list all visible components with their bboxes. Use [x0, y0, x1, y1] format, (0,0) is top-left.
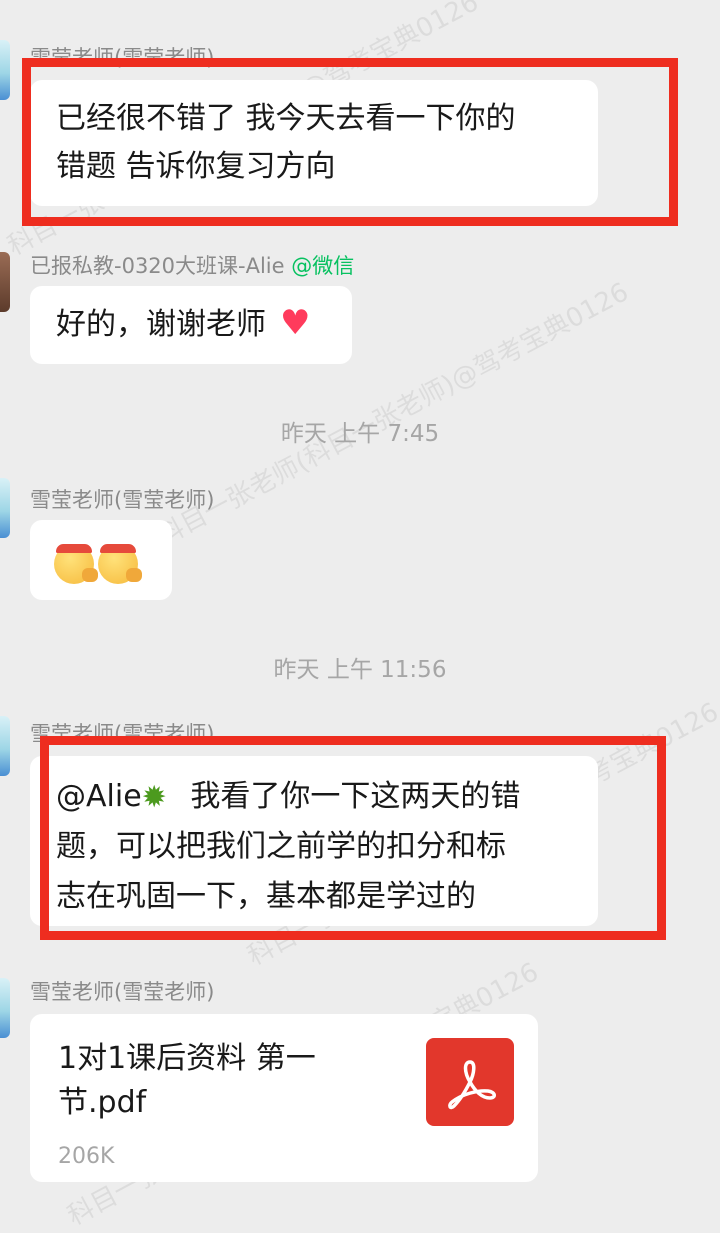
avatar[interactable]	[0, 40, 10, 100]
pdf-icon	[426, 1038, 514, 1126]
avatar[interactable]	[0, 716, 10, 776]
file-name: 1对1课后资料 第一	[58, 1041, 316, 1076]
message-bubble[interactable]	[30, 520, 172, 600]
wechat-tag: @微信	[291, 254, 355, 278]
file-message-card[interactable]: 1对1课后资料 第一 节.pdf 206K	[30, 1014, 538, 1182]
avatar[interactable]	[0, 252, 10, 312]
avatar[interactable]	[0, 478, 10, 538]
heart-emoji-icon: ♥	[280, 303, 311, 343]
timestamp: 昨天 上午 7:45	[280, 421, 440, 447]
highlight-box	[22, 58, 678, 226]
message-bubble[interactable]: 好的，谢谢老师 ♥	[30, 286, 352, 364]
file-name: 节.pdf	[58, 1085, 147, 1120]
saluting-face-emoji-icon	[98, 543, 142, 584]
sender-name: 雪莹老师(雪莹老师)	[30, 488, 215, 512]
file-size: 206K	[58, 1144, 115, 1169]
sender-name: 雪莹老师(雪莹老师)	[30, 980, 215, 1004]
saluting-face-emoji-icon	[54, 543, 98, 584]
timestamp: 昨天 上午 11:56	[273, 657, 447, 683]
message-text: 好的，谢谢老师	[56, 307, 266, 342]
sender-name-text: 已报私教-0320大班课-Alie	[30, 254, 285, 278]
avatar[interactable]	[0, 978, 10, 1038]
sender-name: 已报私教-0320大班课-Alie @微信	[30, 250, 354, 280]
highlight-box	[40, 736, 666, 940]
